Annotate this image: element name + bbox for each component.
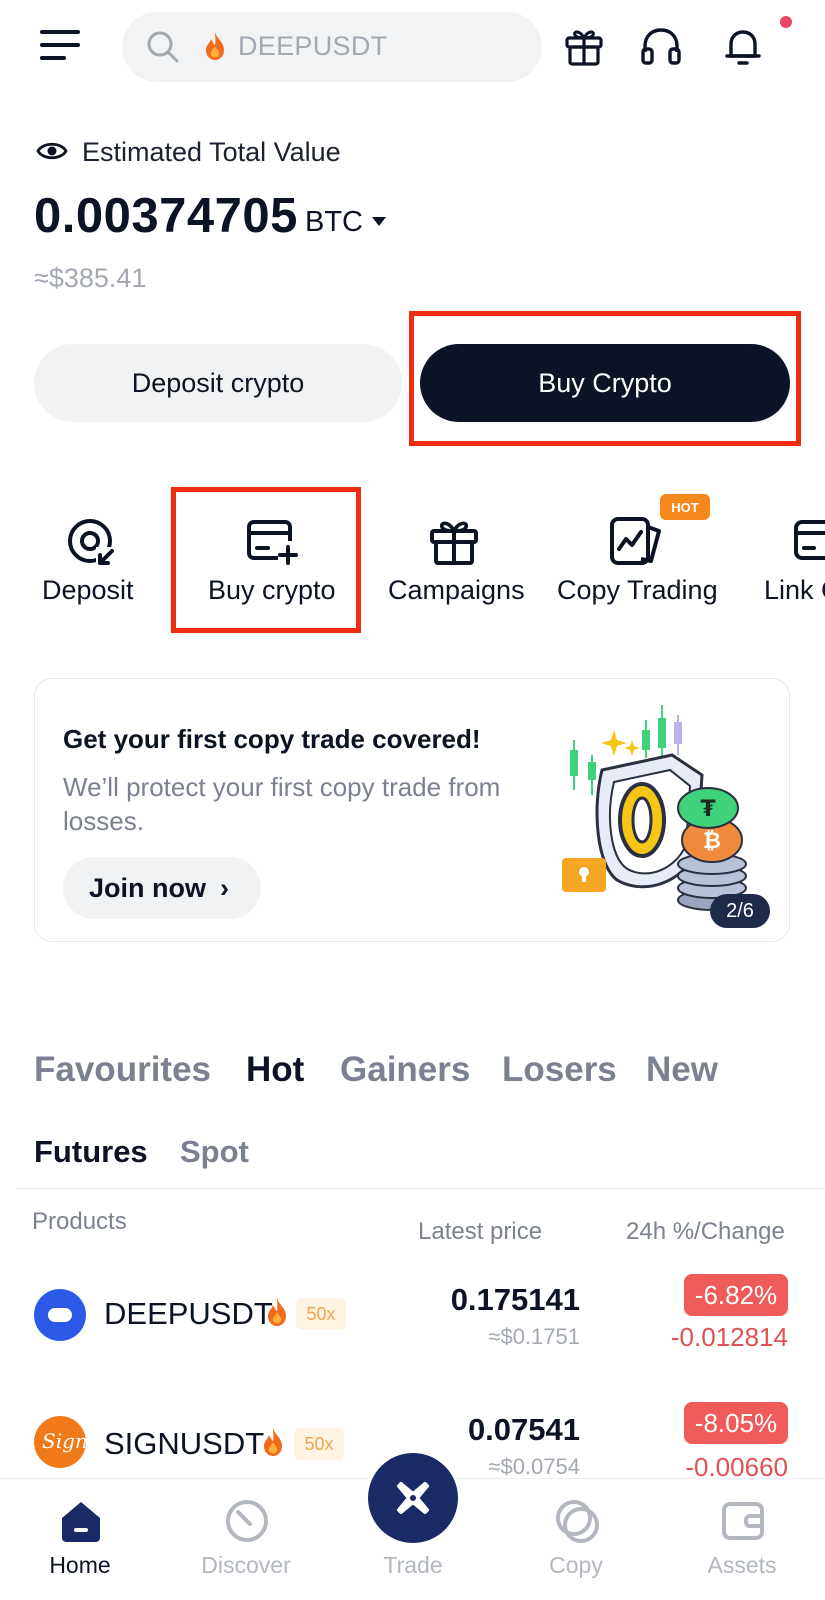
tab-hot[interactable]: Hot <box>246 1050 304 1090</box>
shortcut-deposit[interactable]: Deposit <box>40 505 150 615</box>
headset-icon[interactable] <box>637 22 685 70</box>
leverage-badge: 50x <box>296 1298 346 1330</box>
nav-copy[interactable]: Copy <box>516 1494 636 1594</box>
column-latest-price[interactable]: Latest price <box>418 1218 542 1246</box>
shortcut-label: Campaigns <box>388 575 525 605</box>
change-percent-pill: -8.05% <box>684 1402 788 1444</box>
promo-description: We’ll protect your first copy trade from… <box>63 772 501 836</box>
nav-discover[interactable]: Discover <box>186 1494 306 1594</box>
gift-icon[interactable] <box>560 22 608 70</box>
nav-label: Copy <box>549 1552 603 1578</box>
divider <box>16 1188 825 1189</box>
nav-label: Home <box>49 1552 111 1578</box>
tab-new[interactable]: New <box>646 1050 718 1090</box>
link-card-icon <box>794 520 825 560</box>
nav-label: Assets <box>707 1552 777 1578</box>
balance-unit[interactable]: BTC <box>305 206 363 239</box>
leverage-badge: 50x <box>294 1428 344 1460</box>
chevron-right-icon: › <box>220 872 229 903</box>
carousel-pager: 2/6 <box>710 894 770 928</box>
column-products: Products <box>32 1208 127 1235</box>
column-change[interactable]: 24h %/Change <box>626 1218 785 1246</box>
change-percent-pill: -6.82% <box>684 1274 788 1316</box>
tab-losers[interactable]: Losers <box>502 1050 617 1090</box>
sign-coin-icon: Sign <box>34 1416 88 1468</box>
wallet-icon <box>722 1502 764 1540</box>
highlight-box <box>171 487 361 633</box>
row-symbol: DEEPUSDT <box>104 1296 273 1331</box>
shortcut-label: Copy Trading <box>557 575 718 605</box>
row-price-usd: ≈$0.1751 <box>488 1324 580 1349</box>
change-absolute: -0.012814 <box>670 1322 788 1352</box>
bell-icon[interactable] <box>719 22 767 70</box>
nav-trade[interactable]: Trade <box>353 1494 473 1594</box>
shortcut-copy-trading[interactable]: Copy Trading <box>557 505 727 615</box>
nav-home[interactable]: Home <box>20 1494 140 1594</box>
nav-assets[interactable]: Assets <box>682 1494 802 1594</box>
search-bar[interactable]: DEEPUSDT <box>122 12 542 82</box>
subtab-spot[interactable]: Spot <box>180 1134 249 1170</box>
discover-icon <box>226 1500 268 1542</box>
nav-label: Discover <box>201 1552 291 1578</box>
nav-label: Trade <box>383 1552 443 1578</box>
deposit-icon <box>68 519 116 567</box>
row-symbol: SIGNUSDT <box>104 1426 265 1461</box>
deep-coin-icon <box>34 1289 86 1341</box>
row-price: 0.07541 <box>467 1412 580 1447</box>
tab-favourites[interactable]: Favourites <box>34 1050 211 1090</box>
subtab-futures[interactable]: Futures <box>34 1134 148 1170</box>
join-now-label: Join now <box>89 872 206 903</box>
promo-title: Get your first copy trade covered! <box>63 724 481 754</box>
menu-icon[interactable] <box>40 28 82 62</box>
tab-gainers[interactable]: Gainers <box>340 1050 470 1090</box>
shortcut-campaigns[interactable]: Campaigns <box>388 505 528 615</box>
shortcut-label: Link C <box>764 575 825 605</box>
hot-badge: HOT <box>660 494 710 520</box>
highlight-box <box>409 311 801 446</box>
eye-icon[interactable] <box>36 138 68 164</box>
balance-amount: 0.00374705 <box>34 189 298 243</box>
fire-icon <box>268 1298 286 1326</box>
shield-coins-illustration: ₿ ₮ <box>562 705 747 911</box>
caret-down-icon[interactable] <box>372 217 386 226</box>
home-icon <box>62 1502 100 1542</box>
fire-icon <box>264 1428 282 1456</box>
search-placeholder: DEEPUSDT <box>238 31 388 61</box>
gift-icon <box>430 521 478 565</box>
fire-icon <box>206 32 224 60</box>
balance-usd-approx: ≈$385.41 <box>34 263 147 293</box>
estimated-total-label: Estimated Total Value <box>82 137 341 167</box>
copy-trading-icon <box>610 517 661 565</box>
copy-icon <box>556 1500 599 1543</box>
row-price: 0.175141 <box>450 1282 580 1317</box>
notification-dot <box>780 16 792 28</box>
shortcut-label: Deposit <box>42 575 134 605</box>
join-now-button[interactable]: Join now › <box>63 857 261 919</box>
svg-text:₿: ₿ <box>703 829 721 854</box>
search-icon <box>147 31 179 63</box>
shortcut-link-card[interactable]: Link C <box>762 505 825 615</box>
deposit-crypto-button[interactable]: Deposit crypto <box>34 344 402 422</box>
svg-text:₮: ₮ <box>700 797 716 822</box>
